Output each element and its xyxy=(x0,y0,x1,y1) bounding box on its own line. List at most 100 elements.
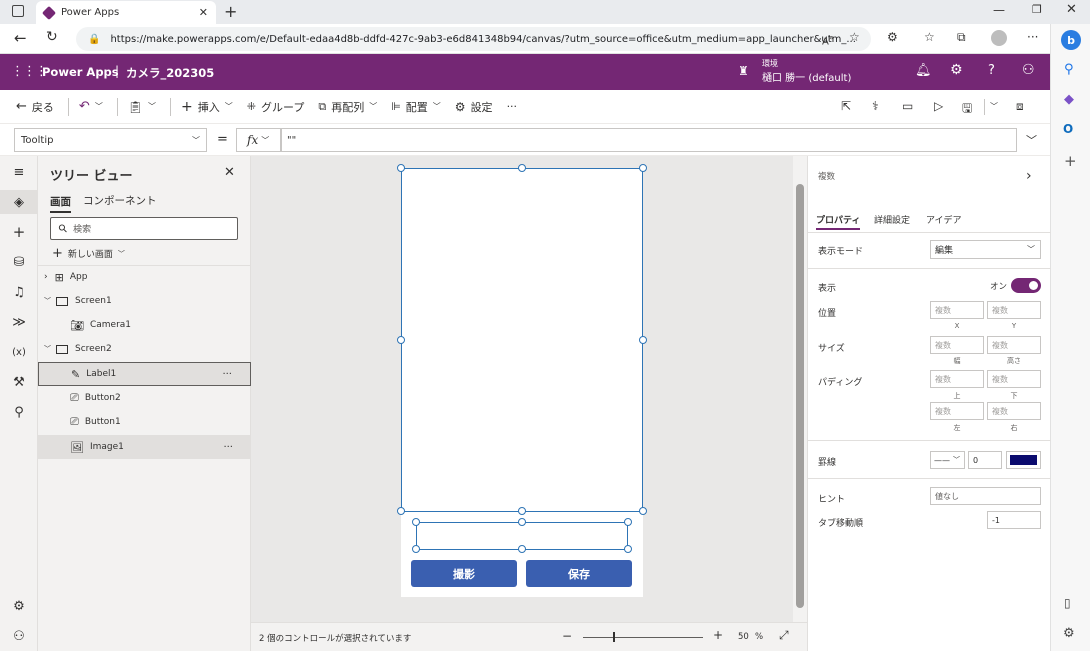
browser-tab[interactable]: Power Apps ✕ xyxy=(36,1,216,24)
settings-icon[interactable]: ⚙ xyxy=(0,594,38,618)
tree-item-button1[interactable]: ⎚ Button1 xyxy=(38,410,251,434)
resize-handle[interactable] xyxy=(639,164,647,172)
insert-button[interactable]: + 挿入 ﹀ xyxy=(181,99,233,115)
publish-icon[interactable]: ⧈ xyxy=(1016,99,1024,114)
canvas-scrollbar[interactable] xyxy=(793,156,807,622)
resize-handle[interactable] xyxy=(397,507,405,515)
padding-right-input[interactable]: 複数 xyxy=(987,402,1041,420)
power-automate-icon[interactable]: ≫ xyxy=(0,310,38,334)
menu-icon[interactable]: ≡ xyxy=(0,160,38,184)
tree-item-screen2[interactable]: ﹀ Screen2 xyxy=(38,337,251,361)
save-button[interactable]: 保存 xyxy=(526,560,632,587)
zoom-out-button[interactable]: − xyxy=(562,629,572,643)
comments-icon[interactable]: ▭ xyxy=(902,99,913,113)
resize-handle[interactable] xyxy=(397,336,405,344)
save-icon[interactable]: 🖫 xyxy=(962,99,972,120)
tree-item-app[interactable]: › ⊞ App xyxy=(38,265,251,289)
restore-icon[interactable]: ❐ xyxy=(1032,3,1042,16)
bing-icon[interactable]: b xyxy=(1061,30,1081,50)
resize-handle[interactable] xyxy=(397,164,405,172)
y-input[interactable]: 複数 xyxy=(987,301,1041,319)
close-tab-icon[interactable]: ✕ xyxy=(199,6,208,19)
help-icon[interactable]: ? xyxy=(988,63,995,78)
height-input[interactable]: 複数 xyxy=(987,336,1041,354)
minimize-icon[interactable]: — xyxy=(993,3,1005,17)
chevron-right-icon[interactable]: › xyxy=(44,272,48,282)
tree-item-camera1[interactable]: 📷︎ Camera1 xyxy=(38,313,251,337)
padding-bottom-input[interactable]: 複数 xyxy=(987,370,1041,388)
tree-item-screen1[interactable]: ﹀ Screen1 xyxy=(38,289,251,313)
resize-handle[interactable] xyxy=(518,518,526,526)
more-options-icon[interactable]: ··· xyxy=(223,442,233,453)
data-icon[interactable]: ⛁ xyxy=(0,250,38,274)
chevron-right-icon[interactable]: › xyxy=(1026,168,1032,184)
chevron-down-icon[interactable]: ﹀ xyxy=(44,344,51,354)
display-mode-dropdown[interactable]: 編集 ﹀ xyxy=(930,240,1041,259)
resize-handle[interactable] xyxy=(624,518,632,526)
padding-left-input[interactable]: 複数 xyxy=(930,402,984,420)
undo-button[interactable]: ↶ ﹀ xyxy=(79,99,103,114)
new-tab-icon[interactable]: + xyxy=(224,2,237,21)
tree-item-image1[interactable]: 🖼︎ Image1 ··· xyxy=(38,435,251,459)
chevron-down-icon[interactable]: ﹀ xyxy=(95,101,103,112)
resize-handle[interactable] xyxy=(412,518,420,526)
scrollbar-thumb[interactable] xyxy=(796,184,804,608)
notification-icon[interactable]: 🔔︎ xyxy=(915,63,932,78)
border-width-input[interactable]: 0 xyxy=(968,451,1002,469)
back-button[interactable]: ← 戻る xyxy=(16,99,54,115)
read-aloud-icon[interactable]: A» xyxy=(822,32,834,47)
media-icon[interactable]: ♫ xyxy=(0,280,38,304)
advanced-tools-icon[interactable]: ⚒ xyxy=(0,370,38,394)
width-input[interactable]: 複数 xyxy=(930,336,984,354)
zoom-slider-thumb[interactable] xyxy=(613,632,615,642)
expand-formula-icon[interactable]: ﹀ xyxy=(1026,132,1037,148)
border-style-dropdown[interactable]: —— ﹀ xyxy=(930,451,965,469)
menu-more-icon[interactable]: ··· xyxy=(1027,30,1038,44)
padding-top-input[interactable]: 複数 xyxy=(930,370,984,388)
tab-screens[interactable]: 画面 xyxy=(50,194,71,213)
back-icon[interactable]: ← xyxy=(14,29,27,47)
x-input[interactable]: 複数 xyxy=(930,301,984,319)
chevron-down-icon[interactable]: ﹀ xyxy=(990,101,998,112)
shopping-icon[interactable]: ◆ xyxy=(1064,92,1074,107)
tab-index-input[interactable]: -1 xyxy=(987,511,1041,529)
resize-handle[interactable] xyxy=(518,507,526,515)
settings-button[interactable]: ⚙ 設定 xyxy=(455,99,493,115)
chevron-down-icon[interactable]: ﹀ xyxy=(44,296,51,306)
favorite-add-icon[interactable]: ☆ xyxy=(849,30,860,44)
outlook-icon[interactable]: O xyxy=(1063,122,1073,136)
tab-ideas[interactable]: アイデア xyxy=(926,213,962,226)
variables-icon[interactable]: (x) xyxy=(0,340,38,364)
resize-handle[interactable] xyxy=(624,545,632,553)
chevron-down-icon[interactable]: ﹀ xyxy=(148,101,156,112)
sidebar-toggle-icon[interactable]: ▯ xyxy=(1064,596,1071,610)
search-icon[interactable]: ⚲ xyxy=(0,400,38,424)
tree-view-icon[interactable]: ◈ xyxy=(0,190,38,214)
hint-input[interactable]: 値なし xyxy=(930,487,1041,505)
reorder-button[interactable]: ⧉ 再配列 ﹀ xyxy=(318,99,377,115)
more-options-icon[interactable]: ··· xyxy=(222,369,232,380)
resize-handle[interactable] xyxy=(412,545,420,553)
new-screen-button[interactable]: + 新しい画面 ﹀ xyxy=(52,246,125,261)
account-icon[interactable]: ⚇ xyxy=(1022,62,1035,78)
tree-item-button2[interactable]: ⎚ Button2 xyxy=(38,386,251,410)
refresh-icon[interactable]: ↻ xyxy=(46,29,58,45)
close-window-icon[interactable]: ✕ xyxy=(1066,2,1077,17)
search-input[interactable]: ⚲ 検索 xyxy=(50,217,238,240)
sidebar-settings-icon[interactable]: ⚙ xyxy=(1063,626,1075,641)
tab-advanced[interactable]: 詳細設定 xyxy=(874,213,910,226)
preview-play-icon[interactable]: ▷ xyxy=(934,99,943,113)
zoom-slider[interactable] xyxy=(583,637,703,638)
fit-to-window-icon[interactable]: ⤢ xyxy=(779,628,789,643)
tab-components[interactable]: コンポーネント xyxy=(83,193,157,208)
file-name[interactable]: カメラ_202305 xyxy=(126,65,214,81)
function-button[interactable]: fx ﹀ xyxy=(236,128,281,152)
insert-icon[interactable]: + xyxy=(0,220,38,244)
paste-button[interactable]: 📋︎ ﹀ xyxy=(128,100,156,114)
close-icon[interactable]: ✕ xyxy=(224,165,235,180)
align-button[interactable]: ⊫ 配置 ﹀ xyxy=(391,99,441,115)
tab-properties[interactable]: プロパティ xyxy=(816,213,861,230)
collections-icon[interactable]: ⧉ xyxy=(957,30,966,45)
app-checker-icon[interactable]: ⚕ xyxy=(872,99,879,113)
property-dropdown[interactable]: Tooltip ﹀ xyxy=(14,128,207,152)
